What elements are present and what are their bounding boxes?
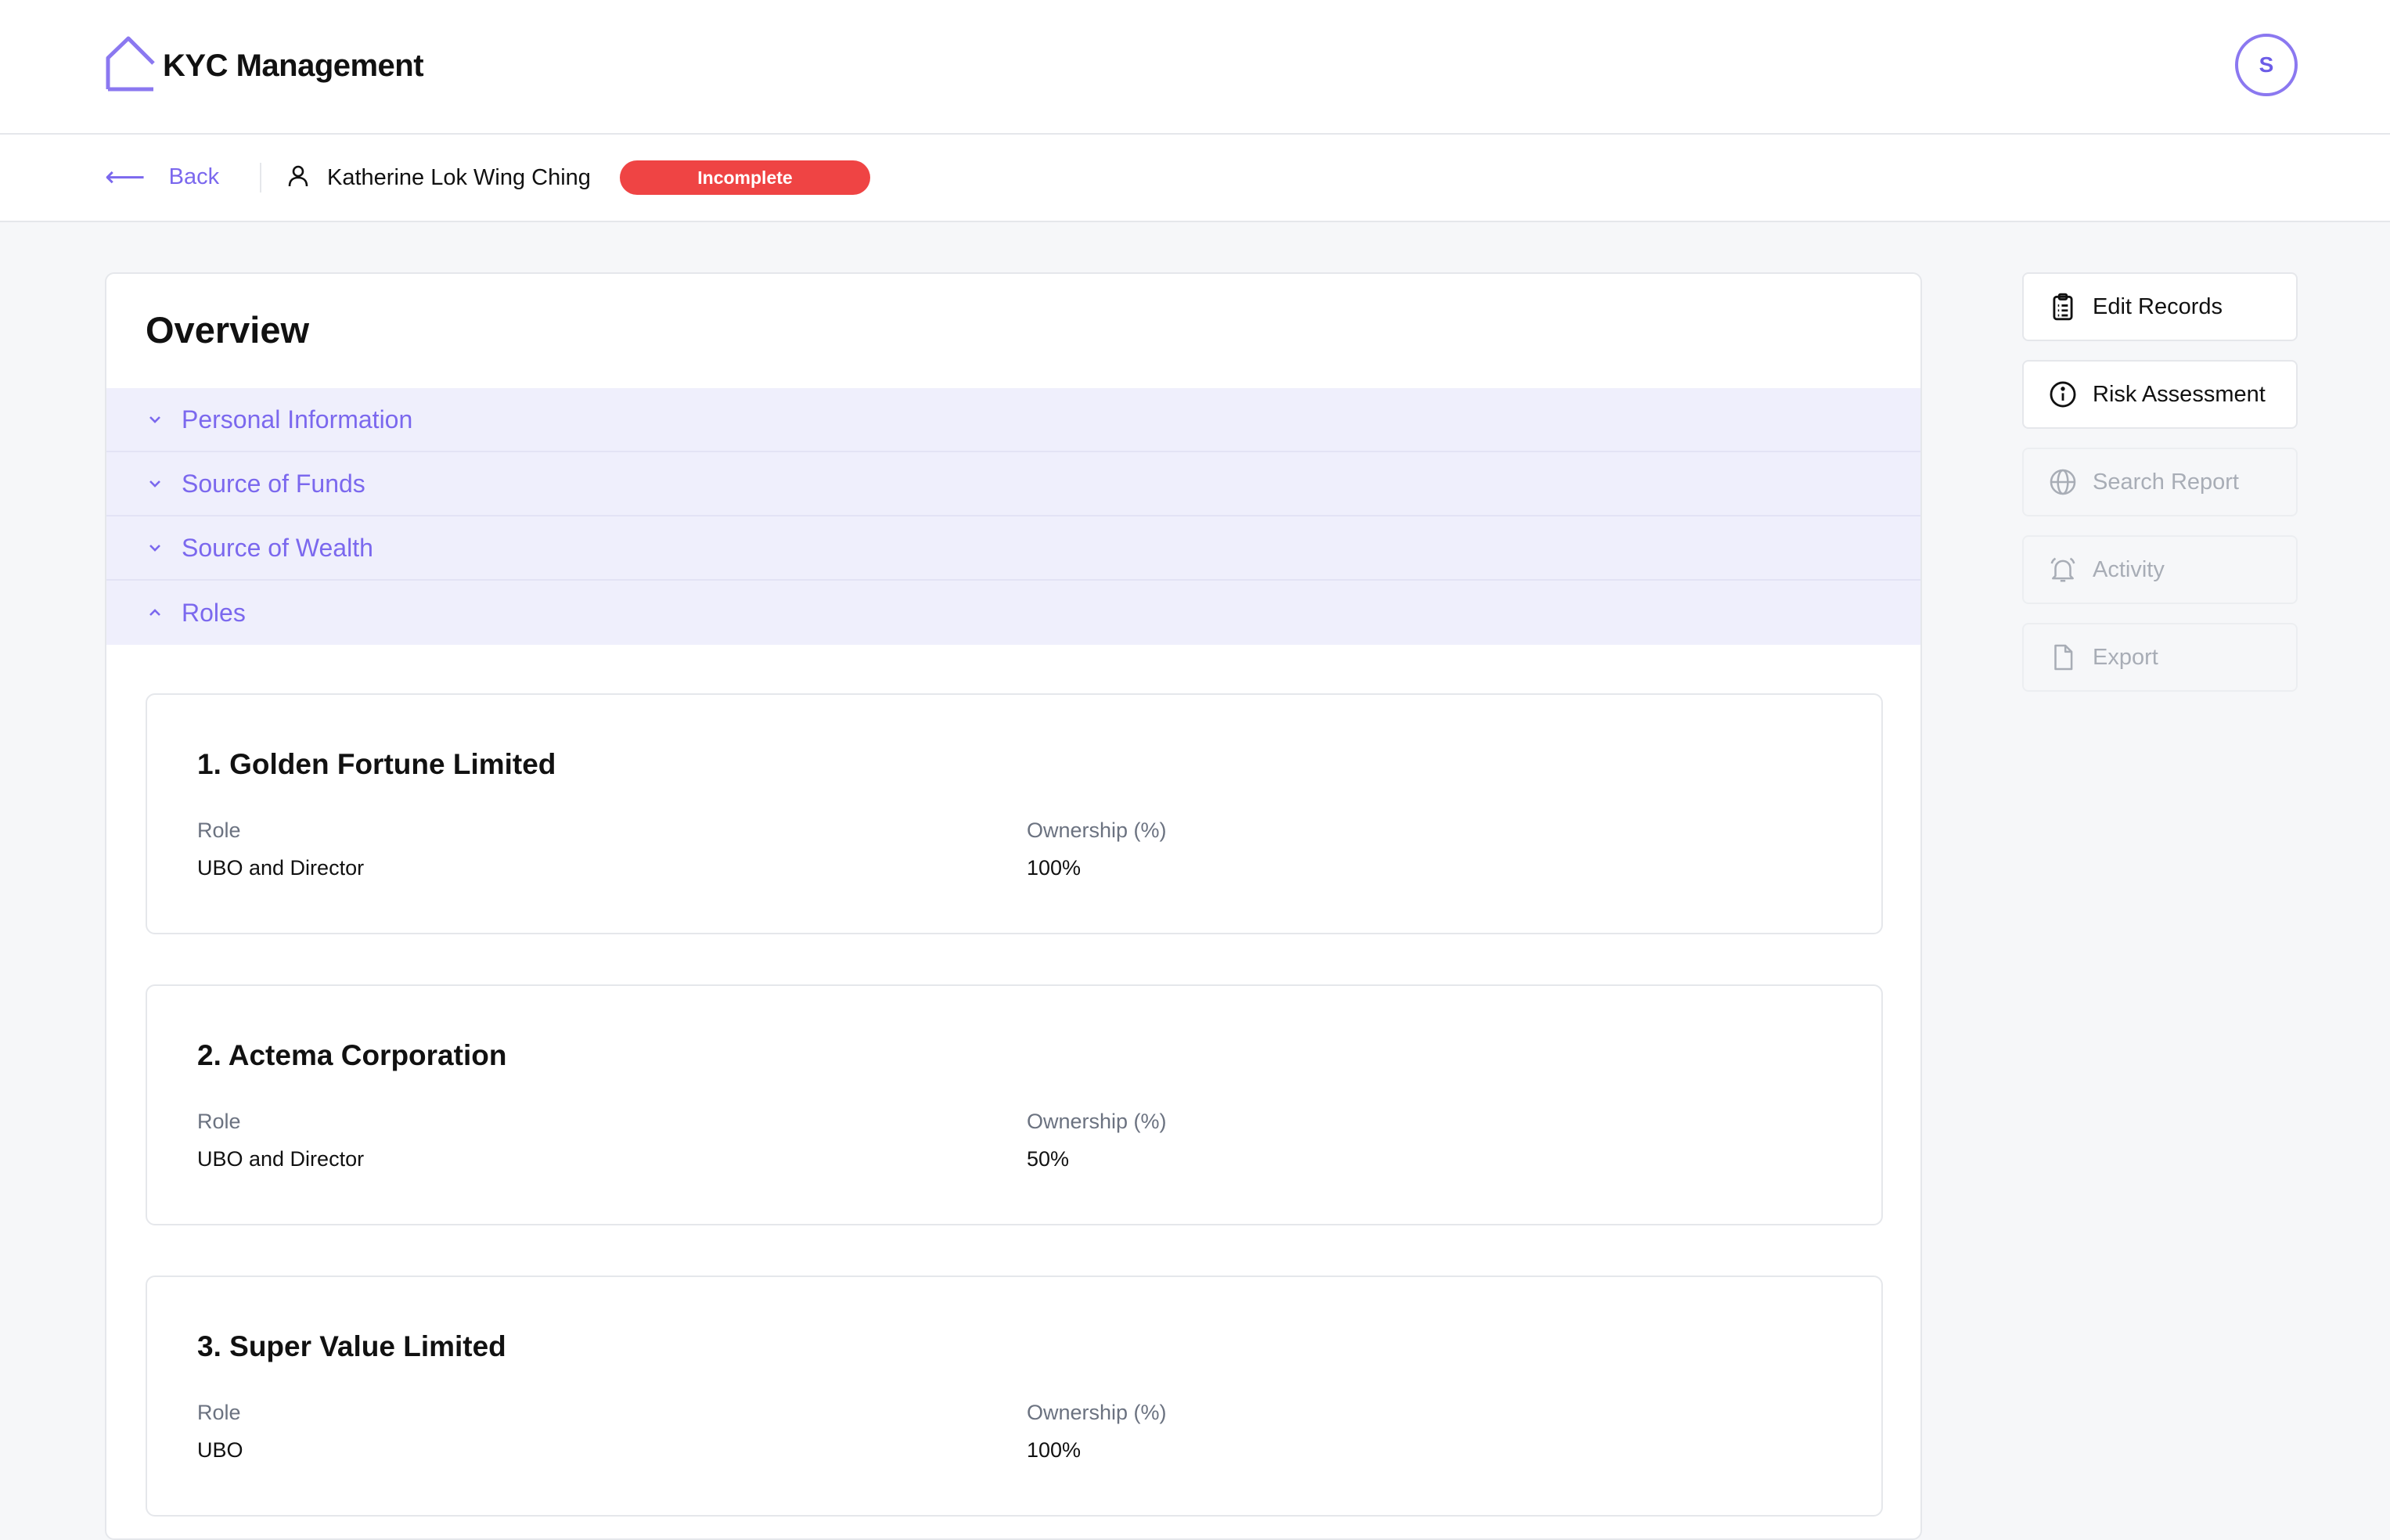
file-icon [2047,642,2079,673]
ownership-value: 50% [1027,1147,1070,1171]
edit-records-label: Edit Records [2093,293,2223,319]
role-label: Role [197,1401,241,1424]
back-button[interactable]: ⟵ Back [105,163,219,191]
risk-assessment-label: Risk Assessment [2093,381,2266,407]
chevron-down-icon [149,480,160,488]
globe-icon [2047,466,2079,498]
ownership-label: Ownership (%) [1027,1401,1167,1424]
search-report-label: Search Report [2093,469,2239,495]
role-label: Role [197,819,241,842]
activity-button[interactable]: Activity [2022,535,2298,604]
accordion-source-of-wealth[interactable]: Source of Wealth [106,516,1920,581]
role-card: 1. Golden Fortune Limited Role UBO and D… [146,693,1883,934]
overview-title: Overview [146,309,310,351]
arrow-left-icon: ⟵ [105,160,146,192]
overview-panel: Overview Personal Information Source of … [105,272,1922,1540]
chevron-down-icon [149,545,160,552]
accordion-source-of-funds[interactable]: Source of Funds [106,452,1920,516]
person-name-block: Katherine Lok Wing Ching [286,164,591,192]
person-name: Katherine Lok Wing Ching [327,165,591,190]
role-value: UBO and Director [197,856,365,880]
ownership-label: Ownership (%) [1027,1110,1167,1133]
role-card-title: 1. Golden Fortune Limited [197,748,556,780]
ownership-label: Ownership (%) [1027,819,1167,842]
accordion-personal-information[interactable]: Personal Information [106,388,1920,452]
edit-records-button[interactable]: Edit Records [2022,272,2298,341]
role-card: 2. Actema Corporation Role UBO and Direc… [146,984,1883,1225]
ownership-value: 100% [1027,1438,1082,1462]
home-logo-icon [105,34,157,98]
export-button[interactable]: Export [2022,623,2298,692]
accordion-label: Personal Information [182,405,413,434]
export-label: Export [2093,644,2158,670]
user-avatar[interactable]: S [2235,34,2298,96]
accordion-label: Source of Funds [182,469,365,498]
accordion-label: Source of Wealth [182,533,373,562]
ownership-value: 100% [1027,856,1082,880]
search-report-button[interactable]: Search Report [2022,448,2298,516]
info-icon [2047,379,2079,410]
brand[interactable]: KYC Management [105,34,424,98]
role-card-title: 3. Super Value Limited [197,1330,506,1362]
chevron-down-icon [149,416,160,423]
role-card-title: 2. Actema Corporation [197,1039,507,1071]
top-navigation-bar: KYC Management S [0,0,2390,135]
role-label: Role [197,1110,241,1133]
status-badge: Incomplete [620,160,870,195]
activity-label: Activity [2093,556,2165,582]
chevron-up-icon [149,609,160,616]
back-label: Back [168,164,220,189]
app-title: KYC Management [163,49,424,83]
divider [260,163,261,192]
risk-assessment-button[interactable]: Risk Assessment [2022,360,2298,429]
user-icon [286,164,310,192]
role-value: UBO and Director [197,1147,365,1171]
clipboard-icon [2047,291,2079,322]
accordion-label: Roles [182,598,246,627]
bell-icon [2047,554,2079,585]
role-card: 3. Super Value Limited Role UBO Ownershi… [146,1276,1883,1517]
record-header: ⟵ Back Katherine Lok Wing Ching Incomple… [0,135,2390,222]
role-value: UBO [197,1438,243,1462]
accordion-roles[interactable]: Roles [106,581,1920,645]
